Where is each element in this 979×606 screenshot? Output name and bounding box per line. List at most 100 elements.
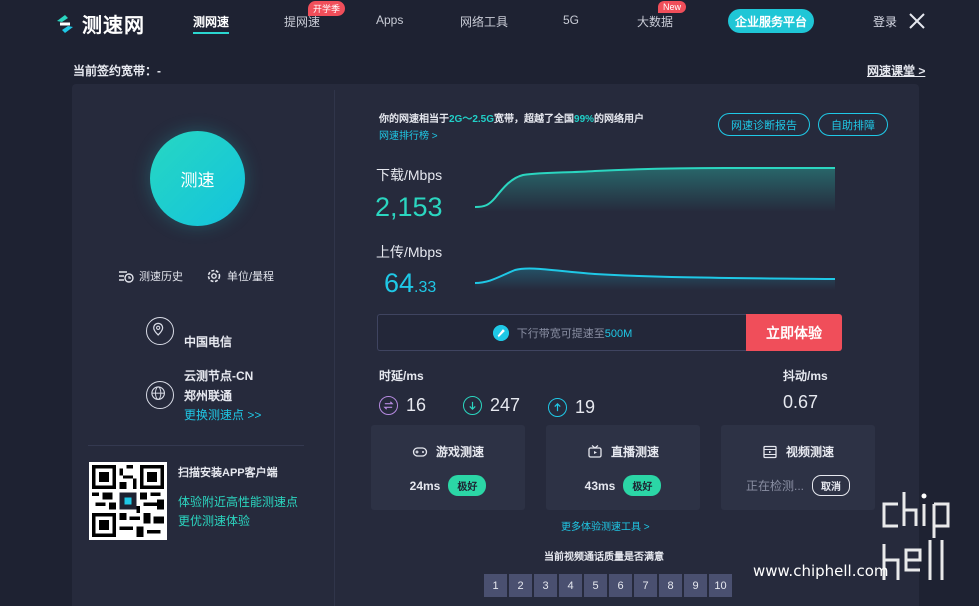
app-qr-code	[89, 462, 167, 540]
top-nav: 测速网 测网速 提网速 开学季 Apps 网络工具 5G 大数据 New 企业服…	[0, 0, 979, 44]
promo-highlight: 500M	[604, 327, 633, 340]
nav-apps[interactable]: Apps	[376, 13, 403, 27]
up-latency-value: 19	[575, 397, 596, 417]
logo-icon	[57, 14, 73, 33]
upload-value: 64.33	[384, 268, 436, 299]
rank-link[interactable]: 网速排行榜 >	[379, 127, 438, 142]
ping-value: 16	[406, 395, 427, 415]
gamepad-icon	[412, 446, 428, 457]
nav-5g[interactable]: 5G	[563, 13, 579, 27]
qr-title: 扫描安装APP客户端	[178, 467, 278, 479]
video-test-title: 视频测速	[785, 445, 834, 459]
more-tools-link[interactable]: 更多体验测速工具 >	[561, 518, 650, 533]
download-chart	[475, 167, 835, 212]
live-test-value: 43ms	[584, 478, 616, 493]
panel-divider	[334, 90, 335, 606]
game-test-title: 游戏测速	[435, 445, 484, 459]
upload-int: 64	[384, 268, 415, 298]
upgrade-promo: 下行带宽可提速至500M	[377, 314, 747, 351]
arrow-up-icon	[548, 398, 567, 417]
self-troubleshoot-button[interactable]: 自助排障	[818, 113, 888, 136]
close-icon[interactable]	[908, 12, 926, 30]
video-icon	[763, 445, 777, 458]
rate-range: 2G～2.5G	[449, 114, 495, 125]
live-test-title: 直播测速	[610, 445, 659, 459]
diagnosis-report-button[interactable]: 网速诊断报告	[718, 113, 810, 136]
units-label: 单位/量程	[227, 271, 275, 283]
live-test-card[interactable]: 直播测速 43ms 极好	[546, 425, 700, 510]
node-name: 云测节点-CN	[184, 369, 254, 383]
upload-latency: 19	[548, 397, 595, 418]
brand-logo[interactable]: 测速网	[54, 9, 145, 38]
units-button[interactable]: 单位/量程	[206, 268, 274, 284]
jitter-value: 0.67	[783, 392, 819, 412]
game-test-value: 24ms	[409, 478, 441, 493]
promo-badge: 开学季	[308, 1, 346, 16]
score-button[interactable]: 7	[634, 574, 657, 597]
location-pin-icon	[146, 317, 174, 345]
score-button[interactable]: 5	[584, 574, 607, 597]
upload-label: 上传/Mbps	[376, 244, 443, 260]
start-test-button[interactable]: 测速	[150, 131, 245, 226]
score-button[interactable]: 9	[684, 574, 707, 597]
history-icon	[119, 271, 134, 283]
score-button[interactable]: 6	[609, 574, 632, 597]
upload-dec: .33	[414, 279, 437, 296]
score-button[interactable]: 8	[659, 574, 682, 597]
rate-suffix: 的网络用户	[594, 114, 645, 125]
download-value: 2,153	[375, 192, 443, 222]
isp-name: 中国电信	[184, 335, 233, 349]
jitter-label: 抖动/ms	[783, 369, 828, 383]
game-test-rating: 极好	[448, 475, 487, 496]
rate-prefix: 你的网速相当于	[379, 114, 449, 125]
brand-name: 测速网	[82, 15, 145, 37]
game-test-card[interactable]: 游戏测速 24ms 极好	[371, 425, 525, 510]
score-button[interactable]: 4	[559, 574, 582, 597]
history-label: 测速历史	[139, 271, 183, 283]
gear-icon	[207, 269, 221, 283]
qr-description: 体验附近高性能测速点 更优测速体验	[178, 493, 298, 531]
login-link[interactable]: 登录	[873, 13, 897, 30]
rate-summary: 你的网速相当于2G～2.5G宽带，超越了全国99%的网络用户	[379, 110, 644, 125]
score-button[interactable]: 1	[484, 574, 507, 597]
score-button[interactable]: 10	[709, 574, 732, 597]
down-latency-value: 247	[490, 395, 521, 415]
ping-icon	[379, 396, 398, 415]
video-test-status: 正在检测...	[745, 479, 804, 493]
nav-test-speed[interactable]: 测网速	[193, 13, 230, 34]
score-button[interactable]: 3	[534, 574, 557, 597]
live-test-rating: 极好	[623, 475, 662, 496]
change-node-link[interactable]: 更换测速点 >>	[184, 406, 261, 423]
download-latency: 247	[463, 395, 520, 416]
rocket-icon	[492, 324, 509, 341]
upload-chart	[475, 267, 836, 290]
enterprise-button[interactable]: 企业服务平台	[728, 9, 814, 33]
try-now-button[interactable]: 立即体验	[746, 314, 842, 351]
contract-bandwidth: 当前签约宽带：-	[73, 64, 161, 78]
nav-big-data[interactable]: 大数据	[637, 13, 673, 30]
latency-label: 时延/ms	[379, 369, 424, 383]
satisfaction-question: 当前视频通话质量是否满意	[544, 552, 664, 563]
download-label: 下载/Mbps	[376, 167, 443, 183]
score-button[interactable]: 2	[509, 574, 532, 597]
rate-mid: 宽带，超越了全国	[494, 114, 575, 125]
history-button[interactable]: 测速历史	[118, 268, 183, 284]
watermark-logo-icon	[882, 492, 950, 580]
qr-line-1: 体验附近高性能测速点	[178, 495, 299, 509]
qr-line-2: 更优测速体验	[178, 514, 251, 528]
rate-percent: 99%	[574, 114, 595, 125]
arrow-down-icon	[463, 396, 482, 415]
promo-text: 下行带宽可提速至	[516, 327, 605, 340]
tv-icon	[588, 444, 602, 458]
satisfaction-scores: 1 2 3 4 5 6 7 8 9 10	[484, 574, 732, 597]
node-isp: 郑州联通	[184, 389, 233, 403]
nav-network-tools[interactable]: 网络工具	[460, 13, 508, 30]
ping-latency: 16	[379, 395, 426, 416]
new-badge: New	[658, 1, 687, 13]
watermark-url: www.chiphell.com	[753, 562, 889, 580]
video-test-cancel-button[interactable]: 取消	[812, 475, 850, 496]
video-test-card[interactable]: 视频测速 正在检测... 取消	[721, 425, 875, 510]
speed-classroom-link[interactable]: 网速课堂 >	[867, 62, 925, 79]
left-divider	[88, 445, 304, 446]
globe-icon	[146, 381, 174, 409]
